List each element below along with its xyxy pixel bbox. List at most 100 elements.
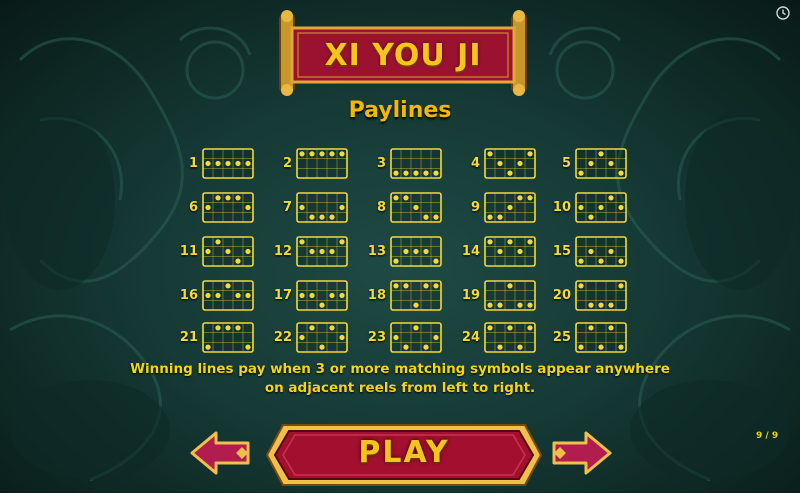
payline-dot [598, 151, 604, 157]
payline-dot [507, 239, 513, 245]
payline-dot [215, 195, 221, 201]
payline-diagram [484, 280, 536, 311]
payline-number: 16 [179, 288, 198, 303]
payline-diagram [484, 322, 536, 353]
payline-diagram [390, 322, 442, 353]
payline-dot [215, 160, 221, 167]
payline-number: 12 [273, 244, 292, 259]
payline-diagram [296, 322, 348, 353]
payline-dot [507, 170, 513, 176]
payline-dot [329, 214, 335, 220]
arrow-right-icon[interactable] [552, 431, 612, 475]
arrow-left-icon[interactable] [190, 431, 250, 475]
payline-dot [205, 292, 211, 299]
payline-diagram [390, 236, 442, 267]
payline-dot [309, 248, 315, 255]
payline-dot [205, 160, 211, 167]
payline-dot [225, 283, 231, 289]
payline-dot [517, 195, 523, 201]
payline-dot [578, 204, 584, 211]
payline-diagram [202, 236, 254, 267]
payline-dot [215, 239, 221, 245]
payline-diagram [296, 280, 348, 311]
payline-number: 2 [282, 156, 292, 171]
payline-dot [433, 214, 439, 220]
payline-dot [299, 292, 305, 299]
payline-dot [309, 151, 315, 157]
payline-number: 14 [461, 244, 480, 259]
payline-diagram [575, 192, 627, 223]
payline-number: 24 [461, 330, 480, 345]
payline-dot [608, 195, 614, 201]
payline-diagram [575, 322, 627, 353]
title-scroll: XI YOU JI [262, 10, 544, 96]
payline-dot [608, 160, 614, 167]
payline-dot [319, 344, 325, 350]
payline-number: 6 [188, 200, 198, 215]
payline-dot [578, 170, 584, 176]
payline-dot [329, 292, 335, 299]
payline-dot [413, 170, 419, 176]
payline-diagram [484, 148, 536, 179]
payline-dot [487, 151, 493, 157]
payline-dot [578, 258, 584, 264]
payline-number: 4 [470, 156, 480, 171]
payline-dot [309, 214, 315, 220]
payline-dot [423, 283, 429, 289]
payline-diagram [202, 192, 254, 223]
payline-dot [299, 239, 305, 245]
payline-dot [507, 204, 513, 211]
payline-dot [393, 283, 399, 289]
payline-number: 5 [561, 156, 571, 171]
payline-number: 7 [282, 200, 292, 215]
payline-diagram [202, 322, 254, 353]
payline-dot [309, 325, 315, 331]
payline-dot [497, 160, 503, 167]
payline-dot [433, 170, 439, 176]
play-button[interactable]: PLAY [265, 421, 543, 489]
payline-number: 18 [367, 288, 386, 303]
payline-number: 21 [179, 330, 198, 345]
payline-dot [403, 283, 409, 289]
payline-dot [527, 151, 533, 157]
payline-dot [329, 325, 335, 331]
payline-dot [608, 325, 614, 331]
payline-dot [423, 248, 429, 255]
payline-dot [205, 344, 211, 350]
payline-dot [487, 302, 493, 308]
payline-dot [339, 292, 345, 299]
payline-diagram [296, 236, 348, 267]
payline-dot [245, 344, 251, 350]
payline-number: 15 [552, 244, 571, 259]
payline-dot [423, 170, 429, 176]
clock-icon[interactable] [776, 6, 790, 20]
payline-dot [487, 325, 493, 331]
payline-dot [235, 195, 241, 201]
payline-dot [598, 302, 604, 308]
rules-text: Winning lines pay when 3 or more matchin… [80, 360, 720, 398]
payline-dot [339, 151, 345, 157]
payline-dot [319, 248, 325, 255]
game-title: XI YOU JI [324, 38, 482, 73]
payline-dot [403, 195, 409, 201]
rules-line-2: on adjacent reels from left to right. [264, 380, 536, 396]
payline-dot [299, 334, 305, 341]
payline-dot [235, 160, 241, 167]
payline-dot [393, 195, 399, 201]
payline-dot [497, 344, 503, 350]
payline-dot [215, 325, 221, 331]
payline-number: 1 [188, 156, 198, 171]
payline-dot [618, 283, 624, 289]
payline-dot [588, 160, 594, 167]
payline-dot [608, 302, 614, 308]
payline-dot [527, 239, 533, 245]
payline-diagram [296, 192, 348, 223]
payline-dot [527, 302, 533, 308]
payline-dot [393, 334, 399, 341]
rules-line-1: Winning lines pay when 3 or more matchin… [130, 361, 670, 377]
payline-number: 9 [470, 200, 480, 215]
payline-dot [423, 344, 429, 350]
payline-number: 22 [273, 330, 292, 345]
payline-dot [413, 248, 419, 255]
payline-dot [413, 325, 419, 331]
